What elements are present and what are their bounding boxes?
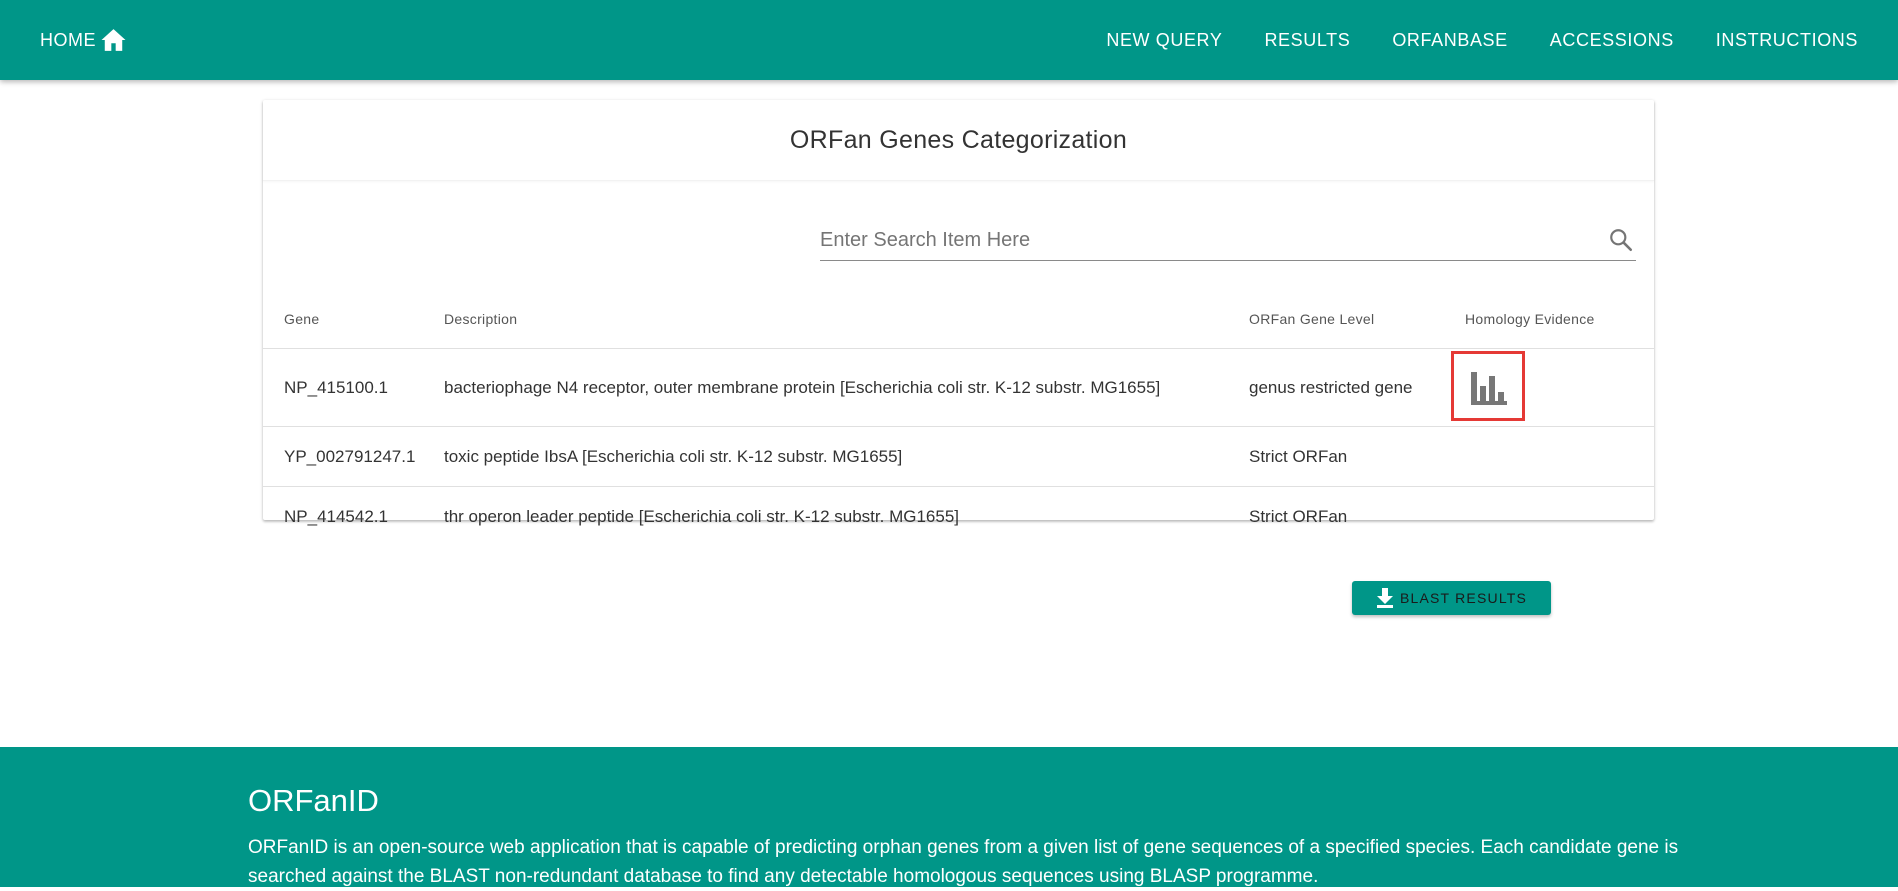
- footer: ORFanID ORFanID is an open-source web ap…: [0, 747, 1898, 887]
- gene-cell: YP_002791247.1: [263, 426, 444, 487]
- home-label: HOME: [40, 29, 96, 50]
- col-evidence-header[interactable]: Homology Evidence: [1465, 290, 1654, 349]
- evidence-cell: [1465, 487, 1654, 547]
- home-icon: [101, 29, 126, 51]
- nav-instructions[interactable]: INSTRUCTIONS: [1716, 30, 1858, 51]
- evidence-cell: [1451, 348, 1654, 427]
- top-navbar: HOME NEW QUERY RESULTS ORFANBASE ACCESSI…: [0, 0, 1898, 80]
- nav-orfanbase[interactable]: ORFANBASE: [1392, 30, 1507, 51]
- table-header-row: Gene Description ORFan Gene Level Homolo…: [263, 290, 1654, 349]
- description-cell: thr operon leader peptide [Escherichia c…: [444, 506, 959, 526]
- gene-cell: NP_414542.1: [284, 506, 388, 526]
- table-row[interactable]: NP_415100.1 bacteriophage N4 receptor, o…: [263, 348, 1654, 427]
- level-cell: Strict ORFan: [1249, 506, 1348, 526]
- nav-results[interactable]: RESULTS: [1264, 30, 1350, 51]
- evidence-cell: [1465, 426, 1654, 487]
- homology-evidence-button[interactable]: [1451, 351, 1525, 421]
- download-icon: [1376, 588, 1393, 608]
- table-row[interactable]: YP_002791247.1 toxic peptide IbsA [Esche…: [263, 426, 1654, 487]
- nav-new-query[interactable]: NEW QUERY: [1106, 30, 1222, 51]
- footer-description: ORFanID is an open-source web applicatio…: [248, 837, 1679, 887]
- col-level-header[interactable]: ORFan Gene Level: [1249, 290, 1465, 349]
- nav-accessions[interactable]: ACCESSIONS: [1550, 30, 1674, 51]
- card-title: ORFan Genes Categorization: [263, 100, 1654, 181]
- home-link[interactable]: HOME: [40, 0, 127, 80]
- nav-links: NEW QUERY RESULTS ORFANBASE ACCESSIONS I…: [1106, 0, 1858, 80]
- search-input[interactable]: [820, 222, 1590, 258]
- col-description-header[interactable]: Description: [444, 290, 1249, 349]
- blast-results-download-button[interactable]: BLAST RESULTS: [1352, 581, 1551, 615]
- table-row[interactable]: NP_414542.1 thr operon leader peptide [E…: [263, 487, 1654, 547]
- blast-results-label: BLAST RESULTS: [1399, 590, 1528, 606]
- bar-chart-icon: [1471, 372, 1507, 405]
- level-cell: Strict ORFan: [1249, 426, 1465, 487]
- search-icon[interactable]: [1608, 227, 1634, 253]
- footer-title: ORFanID: [248, 783, 379, 818]
- results-card: ORFan Genes Categorization Gene Descript…: [263, 100, 1654, 526]
- gene-cell: NP_415100.1: [263, 348, 444, 427]
- level-cell: genus restricted gene: [1249, 348, 1465, 427]
- genes-table: Gene Description ORFan Gene Level Homolo…: [263, 290, 1654, 546]
- search-box: [820, 222, 1636, 261]
- col-gene-header[interactable]: Gene: [263, 290, 444, 349]
- description-cell: toxic peptide IbsA [Escherichia coli str…: [444, 426, 1249, 487]
- description-cell: bacteriophage N4 receptor, outer membran…: [444, 348, 1249, 427]
